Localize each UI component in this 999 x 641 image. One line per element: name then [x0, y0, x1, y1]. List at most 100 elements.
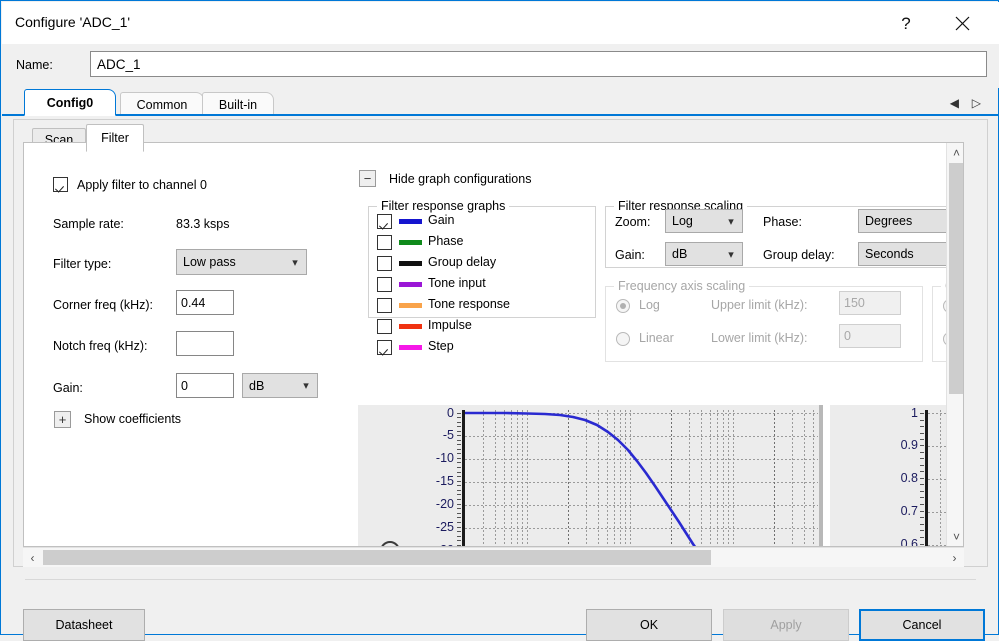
tab-filter[interactable]: Filter [86, 124, 144, 152]
zoom-dropdown[interactable]: Log ▾ [665, 209, 743, 233]
name-label: Name: [16, 58, 53, 72]
step-response-chart[interactable]: 1 0.9 0.8 0.7 0.6 [830, 405, 963, 547]
show-coefficients-label: Show coefficients [84, 412, 182, 426]
gain-unit-dropdown[interactable]: dB ▾ [242, 373, 318, 398]
apply-filter-label: Apply filter to channel 0 [77, 178, 207, 192]
chevron-down-icon: ▾ [728, 248, 734, 261]
panel-vertical-scrollbar[interactable]: ˄ ˅ [946, 143, 963, 546]
graph-label-gain: Gain [428, 213, 455, 227]
graph-checkbox-impulse[interactable] [377, 319, 392, 334]
frequency-axis-log-label: Log [639, 298, 660, 312]
corner-freq-label: Corner freq (kHz): [53, 298, 154, 312]
cancel-button[interactable]: Cancel [859, 609, 985, 641]
tab-accent-underline [2, 114, 999, 116]
name-row: Name: [2, 44, 999, 88]
ok-button-label: OK [639, 618, 659, 632]
scroll-up-button[interactable]: ˄ [947, 143, 963, 162]
step-ytick-4: 0.6 [900, 537, 918, 547]
color-swatch-group-delay [399, 261, 422, 266]
datasheet-button[interactable]: Datasheet [23, 609, 145, 641]
zoom-label: Zoom: [615, 215, 651, 229]
filter-tab-panel: Apply filter to channel 0 Sample rate: 8… [23, 142, 964, 547]
scroll-down-button[interactable]: ˅ [947, 527, 963, 546]
configure-adc-dialog: Configure 'ADC_1' ? Name: Config0 Common… [0, 0, 999, 641]
footer-separator [25, 579, 976, 580]
apply-button-label: Apply [770, 618, 802, 632]
filter-type-dropdown[interactable]: Low pass ▾ [176, 249, 307, 275]
graph-checkbox-group-delay[interactable] [377, 256, 392, 271]
cancel-button-label: Cancel [902, 618, 942, 632]
frequency-axis-linear-label: Linear [639, 331, 674, 345]
color-swatch-phase [399, 240, 422, 245]
chevron-down-icon: ▾ [728, 215, 734, 228]
scroll-right-button[interactable]: › [945, 548, 964, 567]
scaling-gain-dropdown[interactable]: dB ▾ [665, 242, 743, 266]
close-icon [955, 16, 969, 31]
graph-checkbox-tone-input[interactable] [377, 277, 392, 292]
tab-common[interactable]: Common [120, 92, 204, 116]
gain-unit-value: dB [249, 378, 265, 393]
gain-ytick-2: -10 [435, 451, 454, 465]
graph-label-tone-input: Tone input [428, 276, 486, 290]
frequency-axis-linear-radio[interactable] [616, 332, 630, 346]
help-button[interactable]: ? [883, 3, 929, 44]
gain-chart-gap [823, 405, 826, 546]
scaling-gain-value: dB [672, 247, 688, 261]
tab-config0[interactable]: Config0 [24, 89, 116, 116]
tab-filter-label: Filter [101, 131, 129, 145]
close-button[interactable] [939, 3, 985, 44]
tab-nav-prev-icon[interactable]: ◀ [950, 96, 959, 110]
tab-builtin[interactable]: Built-in [202, 92, 274, 116]
tab-builtin-label: Built-in [218, 97, 258, 112]
config0-page: Scan Filter Apply filter to channel 0 Sa… [13, 119, 988, 567]
frequency-axis-log-radio[interactable] [616, 299, 630, 313]
frequency-axis-scaling-title: Frequency axis scaling [614, 279, 750, 293]
panel-horizontal-scrollbar[interactable]: ‹ › [23, 547, 964, 567]
datasheet-button-label: Datasheet [55, 618, 113, 632]
group-delay-label: Group delay: [763, 248, 835, 262]
minus-icon: − [363, 171, 372, 186]
window-title: Configure 'ADC_1' [15, 14, 131, 30]
upper-limit-input[interactable] [839, 291, 901, 315]
step-ytick-0: 1 [911, 406, 918, 420]
graph-checkbox-tone-response[interactable] [377, 298, 392, 313]
graph-label-phase: Phase [428, 234, 464, 248]
apply-button[interactable]: Apply [723, 609, 849, 641]
corner-freq-input[interactable] [176, 290, 234, 315]
color-swatch-tone-response [399, 303, 422, 308]
apply-filter-checkbox[interactable] [53, 177, 68, 192]
zoom-value: Log [672, 214, 693, 228]
hide-graph-configurations-expander[interactable]: − [359, 170, 376, 187]
name-input[interactable] [90, 51, 987, 77]
graph-checkbox-phase[interactable] [377, 235, 392, 250]
graph-label-step: Step [428, 339, 454, 353]
gain-curve [465, 411, 697, 546]
title-bar: Configure 'ADC_1' ? [2, 2, 999, 44]
lower-limit-input[interactable] [839, 324, 901, 348]
tab-nav-next-icon[interactable]: ▷ [972, 96, 981, 110]
gain-input[interactable] [176, 373, 234, 398]
gain-ytick-0: 0 [447, 406, 454, 420]
graph-checkbox-step[interactable] [377, 340, 392, 355]
filter-type-value: Low pass [183, 255, 236, 269]
step-ytick-1: 0.9 [900, 438, 918, 452]
gain-ytick-3: -15 [435, 474, 454, 488]
ok-button[interactable]: OK [586, 609, 712, 641]
horizontal-scroll-thumb[interactable] [43, 550, 711, 565]
graph-checkbox-gain[interactable] [377, 214, 392, 229]
gain-label: Gain: [53, 381, 83, 395]
scaling-gain-label: Gain: [615, 248, 645, 262]
outer-tab-strip: Config0 Common Built-in ◀ ▷ [2, 88, 999, 116]
filter-response-graphs-title: Filter response graphs [377, 199, 510, 213]
frequency-axis-scaling-group: Frequency axis scaling Log Linear Upper … [605, 279, 923, 362]
chevron-down-icon: ▾ [292, 256, 298, 269]
scroll-left-button[interactable]: ‹ [23, 548, 42, 567]
color-swatch-gain [399, 219, 422, 224]
tab-common-label: Common [136, 97, 188, 112]
gain-response-chart[interactable]: 0 -5 -10 -15 -20 -25 -30 [358, 405, 826, 546]
filter-response-graphs-group: Filter response graphs Gain Phase Group … [368, 199, 596, 355]
notch-freq-input[interactable] [176, 331, 234, 356]
plus-icon: + [58, 412, 67, 427]
vertical-scroll-thumb[interactable] [949, 163, 963, 394]
show-coefficients-expander[interactable]: + [54, 411, 71, 428]
